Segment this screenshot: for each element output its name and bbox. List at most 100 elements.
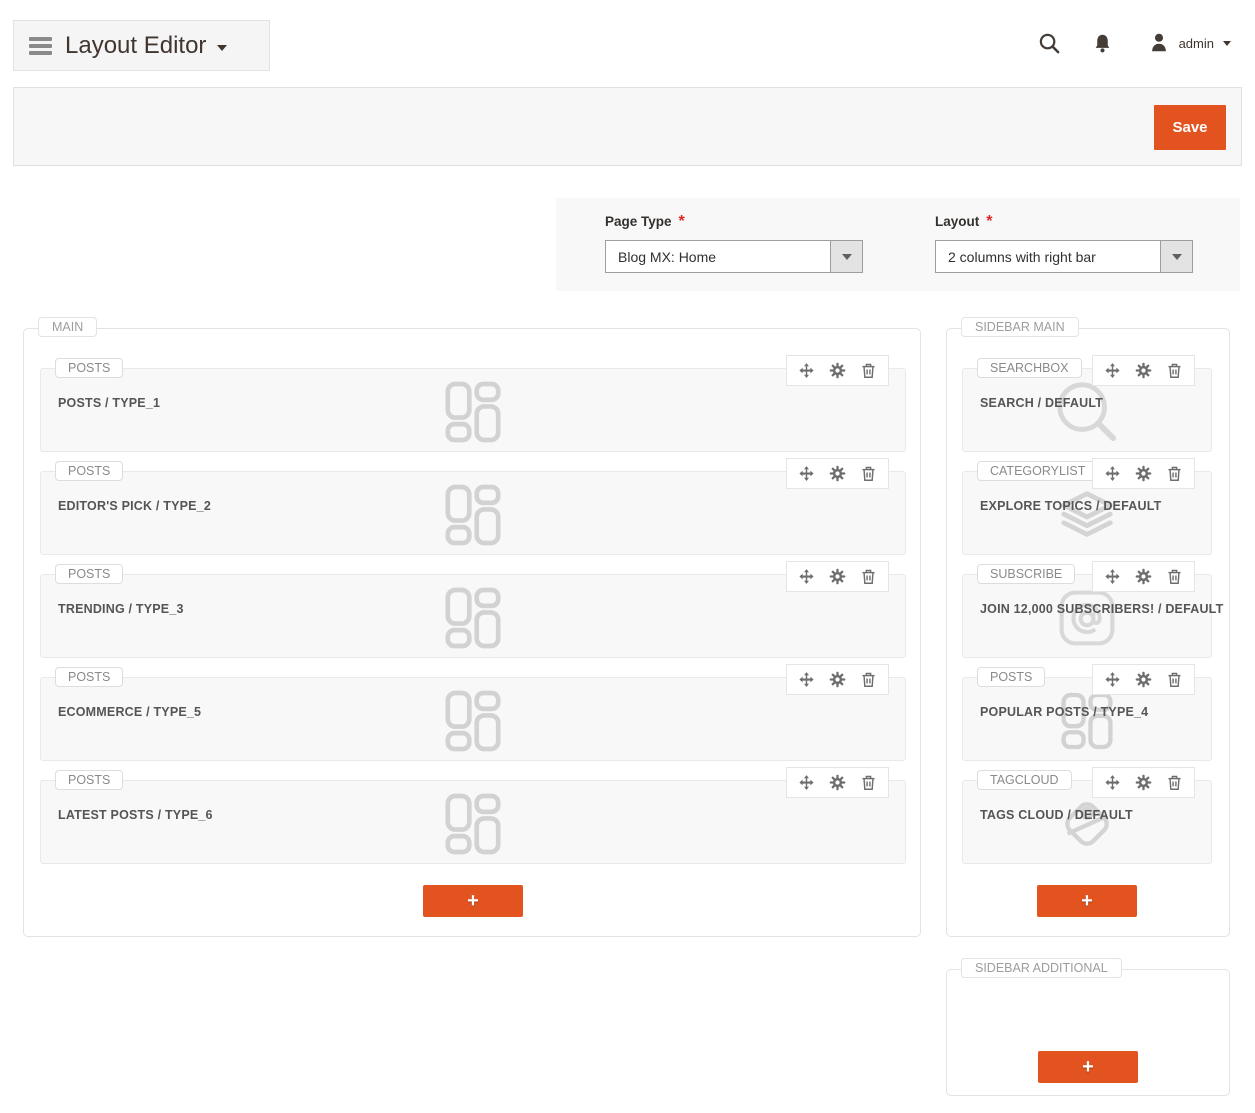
notifications-icon[interactable] bbox=[1092, 32, 1113, 55]
user-icon[interactable] bbox=[1148, 32, 1170, 54]
block-posts-type5: POSTS ECOMMERCE / TYPE_5 bbox=[40, 677, 906, 761]
block-type-badge: POSTS bbox=[55, 461, 123, 481]
block-actions bbox=[1092, 561, 1195, 592]
header-actions: admin bbox=[1038, 0, 1255, 86]
block-posts-type2: POSTS EDITOR'S PICK / TYPE_2 bbox=[40, 471, 906, 555]
block-type-badge: POSTS bbox=[55, 358, 123, 378]
move-icon[interactable] bbox=[798, 568, 815, 585]
move-icon[interactable] bbox=[1104, 465, 1121, 482]
move-icon[interactable] bbox=[1104, 774, 1121, 791]
layout-value: 2 columns with right bar bbox=[936, 241, 1160, 272]
select-arrow-button[interactable] bbox=[1160, 241, 1192, 272]
sidebar-additional-legend: SIDEBAR ADDITIONAL bbox=[961, 958, 1122, 978]
layout-label: Layout bbox=[935, 214, 979, 229]
block-actions bbox=[1092, 355, 1195, 386]
gear-icon[interactable] bbox=[1135, 774, 1152, 791]
move-icon[interactable] bbox=[1104, 362, 1121, 379]
search-icon[interactable] bbox=[1038, 32, 1061, 55]
layout-settings-form: Page Type* Blog MX: Home Layout* 2 colum… bbox=[556, 198, 1240, 291]
block-type-badge: POSTS bbox=[55, 667, 123, 687]
page-header: Layout Editor admin bbox=[0, 0, 1255, 86]
trash-icon[interactable] bbox=[1166, 568, 1183, 585]
block-label: POSTS / TYPE_1 bbox=[58, 396, 160, 410]
page-title: Layout Editor bbox=[65, 32, 206, 60]
block-posts-type3: POSTS TRENDING / TYPE_3 bbox=[40, 574, 906, 658]
trash-icon[interactable] bbox=[1166, 774, 1183, 791]
gear-icon[interactable] bbox=[1135, 671, 1152, 688]
move-icon[interactable] bbox=[1104, 671, 1121, 688]
gear-icon[interactable] bbox=[1135, 465, 1152, 482]
block-actions bbox=[786, 458, 889, 489]
block-label: EXPLORE TOPICS / DEFAULT bbox=[980, 499, 1161, 513]
page-type-value: Blog MX: Home bbox=[606, 241, 830, 272]
block-actions bbox=[1092, 458, 1195, 489]
block-categorylist: CATEGORYLIST EXPLORE TOPICS / DEFAULT bbox=[962, 471, 1212, 555]
layers-icon bbox=[1056, 484, 1118, 546]
add-block-button[interactable]: + bbox=[1037, 885, 1137, 917]
menu-icon[interactable] bbox=[29, 37, 52, 55]
block-actions bbox=[1092, 664, 1195, 695]
chevron-down-icon bbox=[842, 254, 852, 260]
block-actions bbox=[1092, 767, 1195, 798]
add-block-button[interactable]: + bbox=[1038, 1051, 1138, 1083]
main-container: MAIN POSTS POSTS / TYPE_1 POSTS EDITOR'S… bbox=[23, 328, 921, 937]
required-mark: * bbox=[986, 213, 992, 230]
block-label: LATEST POSTS / TYPE_6 bbox=[58, 808, 213, 822]
trash-icon[interactable] bbox=[1166, 671, 1183, 688]
at-icon bbox=[1058, 589, 1116, 647]
move-icon[interactable] bbox=[798, 465, 815, 482]
block-type-badge: SEARCHBOX bbox=[977, 358, 1082, 378]
block-label: EDITOR'S PICK / TYPE_2 bbox=[58, 499, 211, 513]
grid-icon bbox=[445, 587, 501, 649]
trash-icon[interactable] bbox=[1166, 362, 1183, 379]
grid-icon bbox=[445, 793, 501, 855]
block-label: ECOMMERCE / TYPE_5 bbox=[58, 705, 201, 719]
trash-icon[interactable] bbox=[860, 774, 877, 791]
block-actions bbox=[786, 664, 889, 695]
sidebar-additional-container: SIDEBAR ADDITIONAL + bbox=[946, 969, 1230, 1096]
select-arrow-button[interactable] bbox=[830, 241, 862, 272]
block-type-badge: SUBSCRIBE bbox=[977, 564, 1075, 584]
block-label: SEARCH / DEFAULT bbox=[980, 396, 1103, 410]
move-icon[interactable] bbox=[1104, 568, 1121, 585]
layout-field: Layout * 2 columns with right bar bbox=[935, 213, 1193, 273]
block-tagcloud: TAGCLOUD TAGS CLOUD / DEFAULT bbox=[962, 780, 1212, 864]
required-mark: * bbox=[679, 213, 685, 230]
block-type-badge: POSTS bbox=[977, 667, 1045, 687]
block-actions bbox=[786, 767, 889, 798]
block-type-badge: TAGCLOUD bbox=[977, 770, 1072, 790]
block-searchbox: SEARCHBOX SEARCH / DEFAULT bbox=[962, 368, 1212, 452]
block-label: TAGS CLOUD / DEFAULT bbox=[980, 808, 1133, 822]
move-icon[interactable] bbox=[798, 774, 815, 791]
gear-icon[interactable] bbox=[829, 774, 846, 791]
gear-icon[interactable] bbox=[829, 362, 846, 379]
grid-icon bbox=[1061, 692, 1113, 750]
block-posts-type4: POSTS POPULAR POSTS / TYPE_4 bbox=[962, 677, 1212, 761]
gear-icon[interactable] bbox=[829, 465, 846, 482]
admin-menu[interactable]: admin bbox=[1179, 36, 1214, 51]
trash-icon[interactable] bbox=[860, 568, 877, 585]
block-subscribe: SUBSCRIBE JOIN 12,000 SUBSCRIBERS! / DEF… bbox=[962, 574, 1212, 658]
trash-icon[interactable] bbox=[1166, 465, 1183, 482]
chevron-down-icon bbox=[217, 45, 227, 51]
gear-icon[interactable] bbox=[829, 671, 846, 688]
chevron-down-icon[interactable] bbox=[1223, 41, 1231, 46]
move-icon[interactable] bbox=[798, 671, 815, 688]
block-actions bbox=[786, 355, 889, 386]
add-block-button[interactable]: + bbox=[423, 885, 523, 917]
save-button[interactable]: Save bbox=[1154, 105, 1226, 150]
block-label: JOIN 12,000 SUBSCRIBERS! / DEFAULT bbox=[980, 602, 1223, 616]
gear-icon[interactable] bbox=[829, 568, 846, 585]
gear-icon[interactable] bbox=[1135, 568, 1152, 585]
gear-icon[interactable] bbox=[1135, 362, 1152, 379]
page-type-select[interactable]: Blog MX: Home bbox=[605, 240, 863, 273]
block-type-badge: POSTS bbox=[55, 564, 123, 584]
page-title-dropdown[interactable]: Layout Editor bbox=[13, 20, 270, 71]
trash-icon[interactable] bbox=[860, 671, 877, 688]
sidebar-main-container: SIDEBAR MAIN SEARCHBOX SEARCH / DEFAULT … bbox=[946, 328, 1230, 937]
grid-icon bbox=[445, 381, 501, 443]
trash-icon[interactable] bbox=[860, 465, 877, 482]
layout-select[interactable]: 2 columns with right bar bbox=[935, 240, 1193, 273]
trash-icon[interactable] bbox=[860, 362, 877, 379]
move-icon[interactable] bbox=[798, 362, 815, 379]
